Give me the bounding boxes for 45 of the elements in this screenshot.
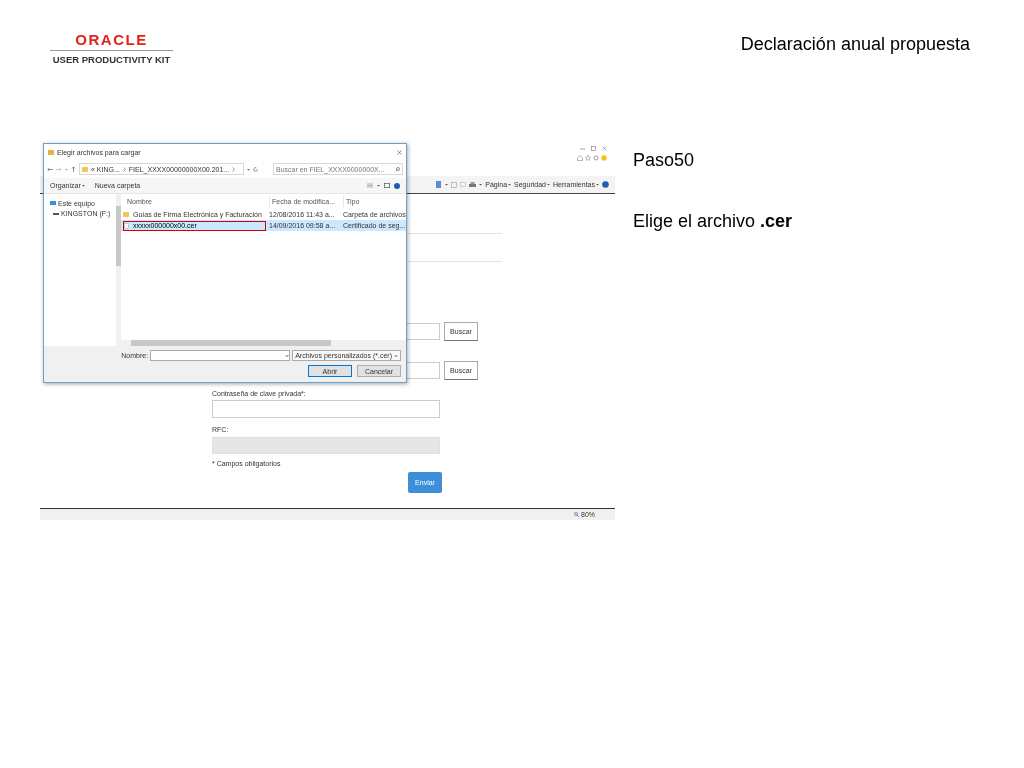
folder-icon bbox=[123, 212, 129, 217]
caret-icon[interactable] bbox=[479, 183, 483, 186]
page-title: Declaración anual propuesta bbox=[740, 34, 970, 55]
minimize-icon[interactable] bbox=[580, 146, 585, 151]
forward-icon[interactable] bbox=[56, 166, 62, 172]
file-name-field[interactable] bbox=[150, 350, 291, 361]
close-icon[interactable] bbox=[397, 149, 402, 155]
drive-icon bbox=[53, 212, 59, 215]
star-icon[interactable] bbox=[585, 155, 591, 161]
scrollbar[interactable] bbox=[116, 194, 121, 346]
caret-icon bbox=[508, 183, 512, 186]
restore-icon[interactable] bbox=[591, 146, 596, 151]
pane-icon[interactable] bbox=[384, 183, 390, 188]
view-icon[interactable] bbox=[367, 183, 373, 188]
password-field[interactable] bbox=[212, 400, 440, 418]
printer-icon[interactable] bbox=[469, 181, 477, 188]
refresh-icon[interactable] bbox=[253, 166, 258, 172]
caret-icon bbox=[596, 183, 599, 186]
caret-icon bbox=[285, 353, 290, 358]
caret-icon bbox=[81, 184, 85, 187]
brand-logo: ORACLE bbox=[50, 32, 173, 51]
caret-icon[interactable] bbox=[445, 183, 449, 186]
search-icon bbox=[395, 166, 400, 172]
page-icon[interactable] bbox=[435, 181, 443, 188]
help-icon[interactable] bbox=[602, 181, 609, 188]
window-icon bbox=[48, 149, 54, 155]
scrollbar[interactable] bbox=[121, 340, 406, 346]
gear-icon[interactable] bbox=[593, 155, 599, 161]
step-number: Paso50 bbox=[633, 150, 696, 171]
caret-icon bbox=[547, 183, 550, 186]
back-icon[interactable] bbox=[47, 166, 53, 172]
file-icon bbox=[124, 222, 129, 229]
home-icon[interactable] bbox=[577, 155, 583, 161]
zoom-icon[interactable] bbox=[574, 512, 579, 517]
caret-icon[interactable] bbox=[247, 167, 250, 171]
close-icon[interactable] bbox=[602, 146, 607, 151]
folder-icon bbox=[82, 166, 88, 172]
monitor-icon bbox=[50, 201, 56, 206]
product-name: USER PRODUCTIVITY KIT bbox=[52, 54, 171, 65]
caret-icon[interactable] bbox=[377, 184, 380, 187]
help-icon[interactable] bbox=[394, 182, 400, 189]
chevron-icon bbox=[122, 166, 126, 172]
chevron-icon bbox=[232, 166, 236, 172]
step-instruction: Elige el archivo .cer bbox=[633, 211, 793, 232]
up-arrow-icon[interactable] bbox=[71, 166, 76, 172]
